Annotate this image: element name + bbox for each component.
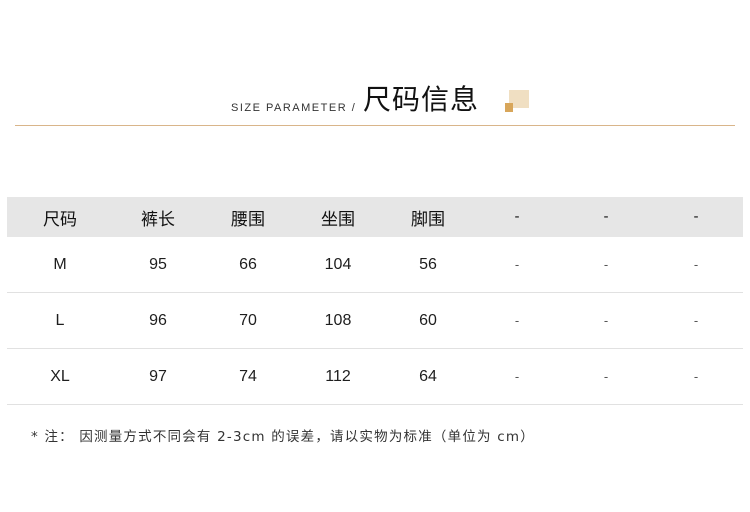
- column-header: -: [603, 209, 609, 225]
- table-row: L 96 70 108 60 - - -: [7, 293, 743, 349]
- column-header: 裤长: [141, 209, 175, 230]
- table-cell: -: [603, 313, 609, 328]
- table-cell: -: [514, 369, 520, 384]
- decorative-squares-icon: [503, 88, 531, 116]
- table-cell: -: [514, 313, 520, 328]
- table-cell: XL: [50, 367, 70, 385]
- page-title: 尺码信息: [363, 83, 480, 116]
- table-cell: 112: [325, 367, 351, 385]
- table-row: M 95 66 104 56 - - -: [7, 237, 743, 293]
- table-cell: -: [603, 369, 609, 384]
- table-cell: -: [514, 257, 520, 272]
- table-cell: 66: [239, 255, 257, 273]
- table-cell: -: [693, 313, 699, 328]
- decorative-square-small: [505, 103, 513, 112]
- column-header: -: [514, 209, 520, 225]
- page-header: SIZE PARAMETER / 尺码信息: [0, 0, 750, 130]
- column-header: -: [693, 209, 699, 225]
- size-table: 尺码 裤长 腰围 坐围 脚围 - - - M 95 66 104 56 - - …: [0, 197, 750, 405]
- table-cell: 70: [239, 311, 257, 329]
- size-parameter-subtitle: SIZE PARAMETER /: [231, 102, 357, 114]
- column-header: 脚围: [411, 209, 445, 230]
- table-cell: 96: [149, 311, 167, 329]
- column-header: 腰围: [231, 209, 265, 230]
- table-cell: -: [693, 257, 699, 272]
- table-cell: 60: [419, 311, 437, 329]
- table-cell: 95: [149, 255, 167, 273]
- table-cell: -: [603, 257, 609, 272]
- table-cell: M: [53, 255, 67, 273]
- column-header: 尺码: [43, 209, 77, 230]
- header-divider: [15, 125, 735, 126]
- table-cell: L: [55, 311, 65, 329]
- measurement-note: * 注： 因测量方式不同会有 2-3cm 的误差，请以实物为标准（单位为 cm）: [31, 429, 535, 445]
- table-cell: -: [693, 369, 699, 384]
- table-row: XL 97 74 112 64 - - -: [7, 349, 743, 405]
- table-cell: 64: [419, 367, 437, 385]
- column-header: 坐围: [321, 209, 355, 230]
- table-header-row: 尺码 裤长 腰围 坐围 脚围 - - -: [7, 197, 743, 237]
- table-cell: 104: [324, 255, 352, 273]
- table-cell: 56: [419, 255, 437, 273]
- table-cell: 108: [324, 311, 352, 329]
- table-cell: 97: [149, 367, 167, 385]
- table-cell: 74: [239, 367, 257, 385]
